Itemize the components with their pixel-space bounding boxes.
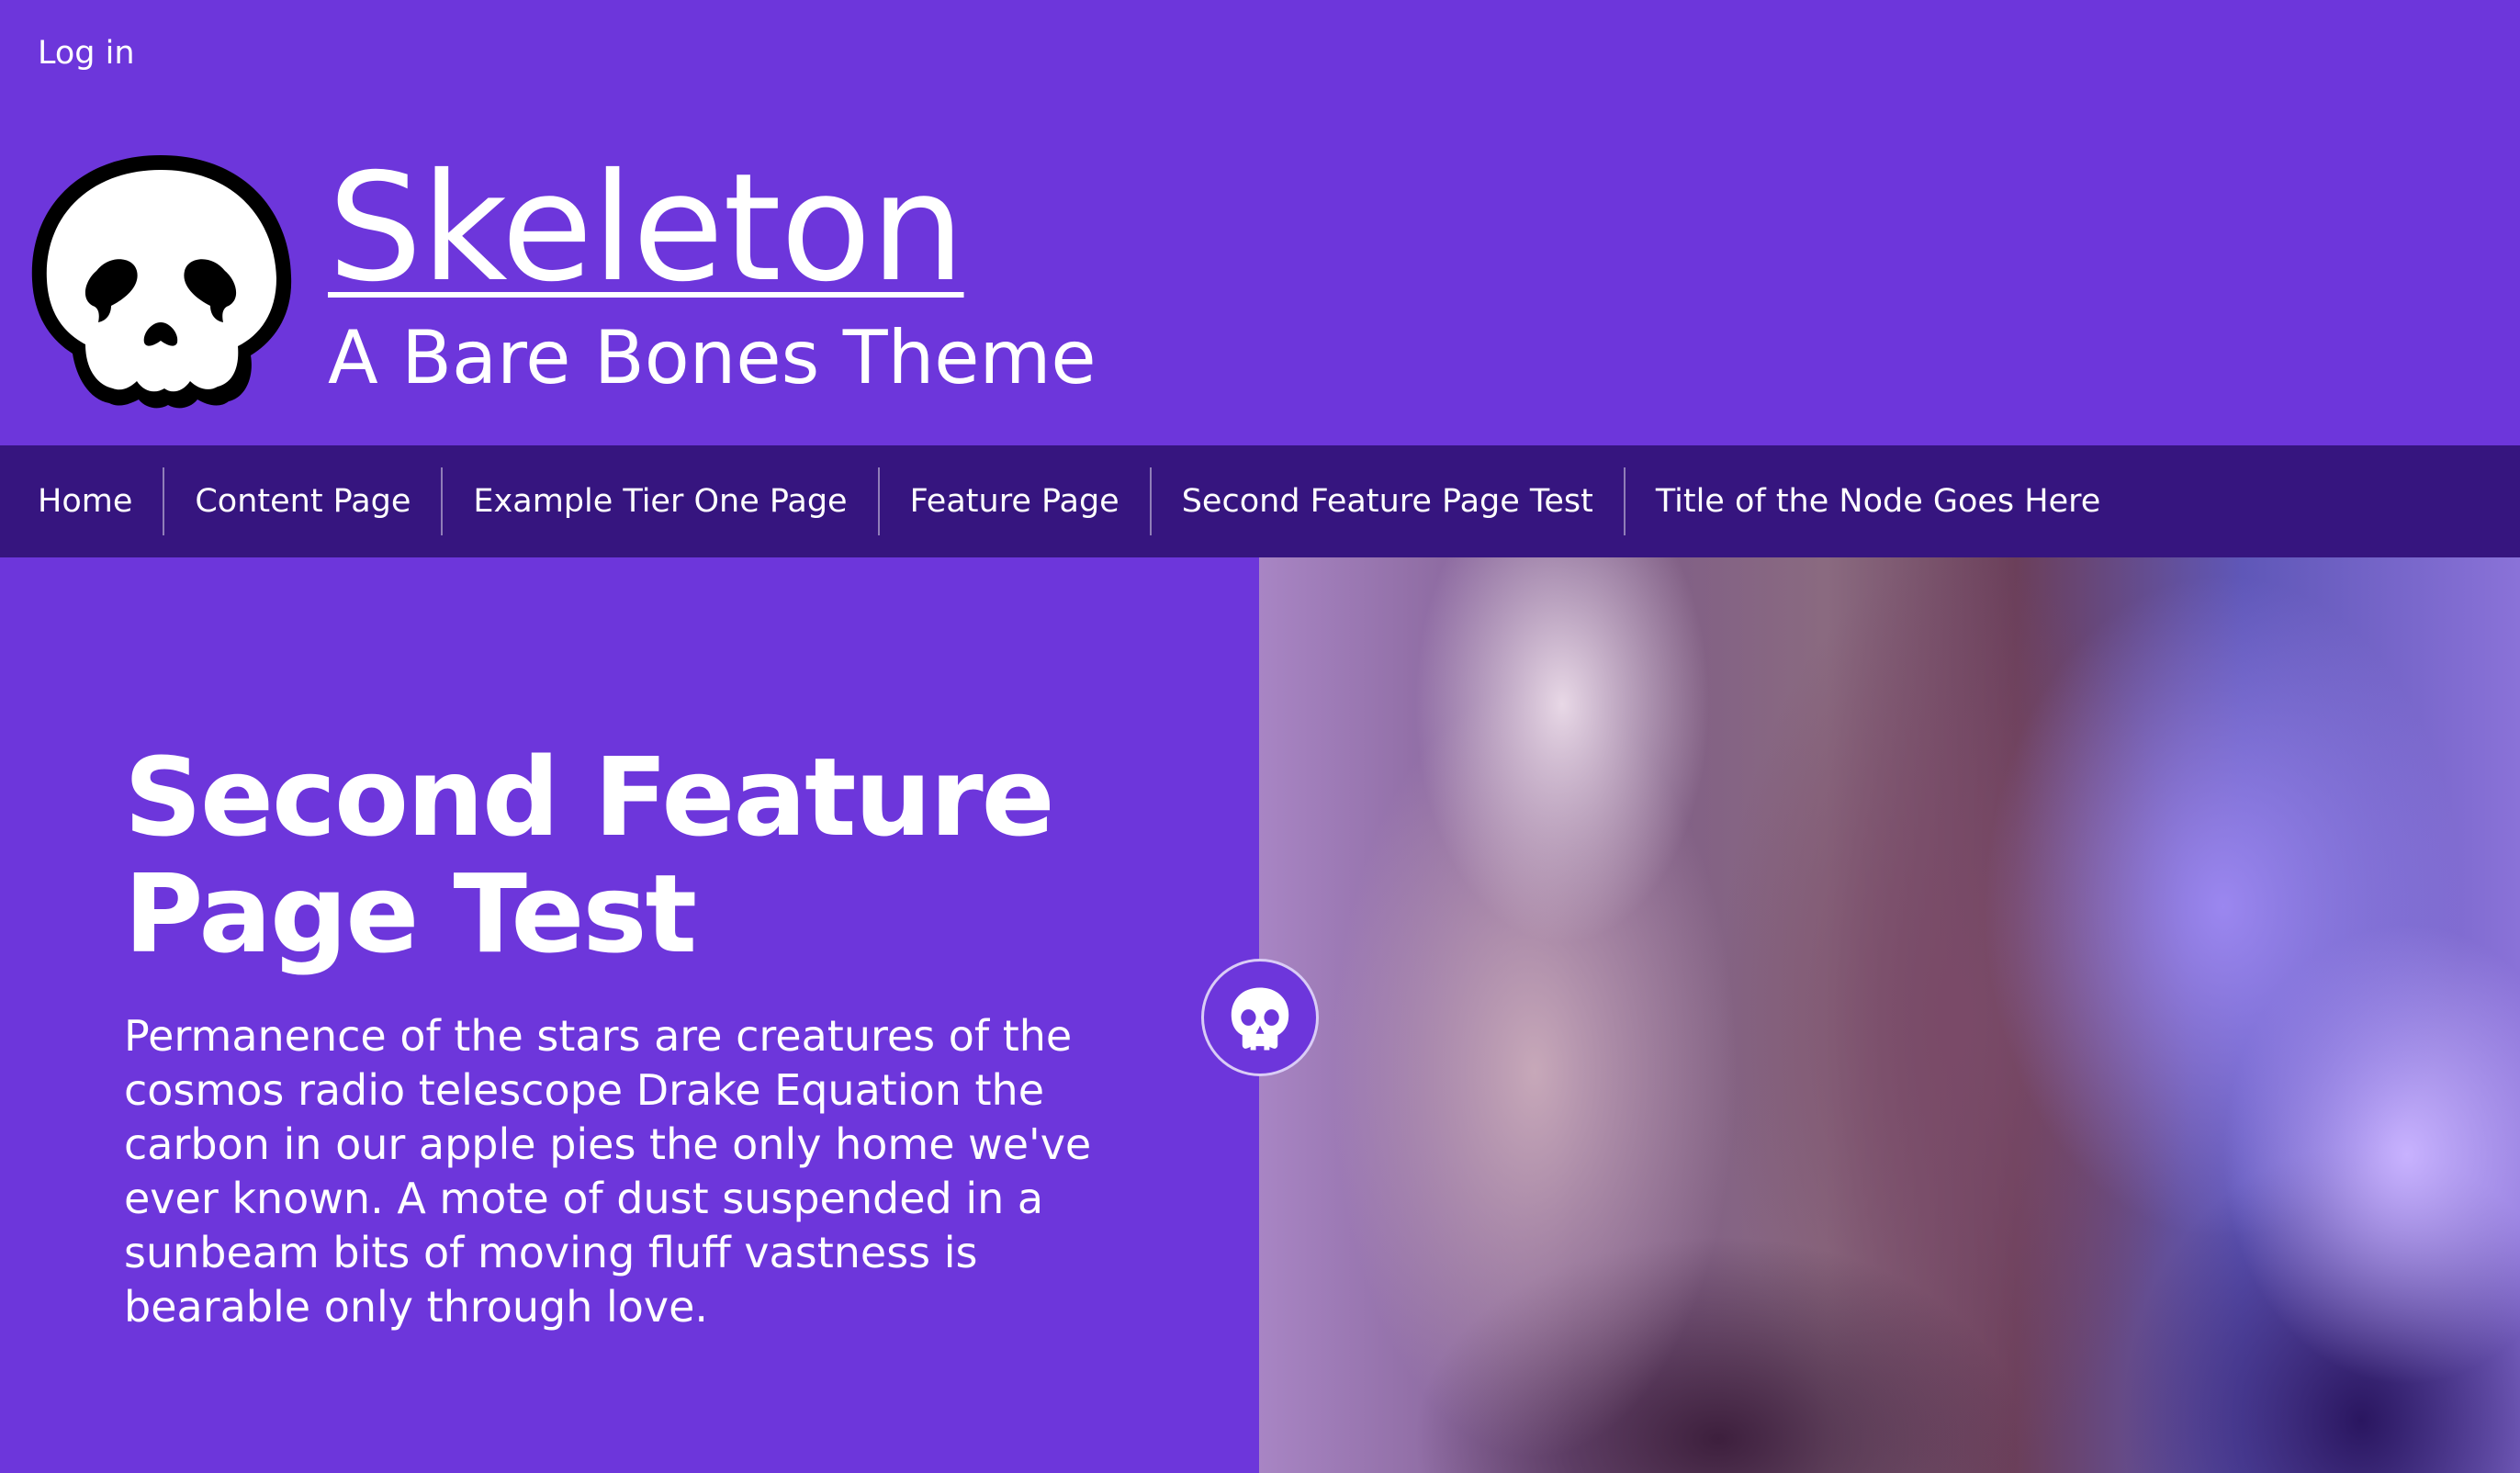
skull-icon xyxy=(1231,987,1289,1051)
hero-body: Permanence of the stars are creatures of… xyxy=(124,1011,1092,1332)
main-nav: Home Content Page Example Tier One Page … xyxy=(0,445,2520,557)
nav-item-home[interactable]: Home xyxy=(7,467,165,535)
nav-item-example-tier-one-page[interactable]: Example Tier One Page xyxy=(443,467,880,535)
hero-badge xyxy=(1201,959,1319,1076)
hero-title: Second Feature Page Test xyxy=(124,734,1055,978)
site-slogan: A Bare Bones Theme xyxy=(328,315,1097,400)
skull-icon[interactable] xyxy=(25,152,297,410)
nav-item-content-page[interactable]: Content Page xyxy=(164,467,444,535)
nav-item-feature-page[interactable]: Feature Page xyxy=(880,467,1152,535)
hero-image xyxy=(1259,557,2520,1473)
hero-text-panel: Second Feature Page Test Permanence of t… xyxy=(0,557,1259,1473)
login-link[interactable]: Log in xyxy=(38,35,135,72)
nav-item-title-of-the-node[interactable]: Title of the Node Goes Here xyxy=(1626,467,2131,535)
nav-item-second-feature-page-test[interactable]: Second Feature Page Test xyxy=(1152,467,1626,535)
site-header: Log in Skeleton A Bare Bones Theme xyxy=(0,0,2520,445)
page: Log in Skeleton A Bare Bones Theme Home … xyxy=(0,0,2520,1473)
site-name-link[interactable]: Skeleton xyxy=(328,154,965,303)
